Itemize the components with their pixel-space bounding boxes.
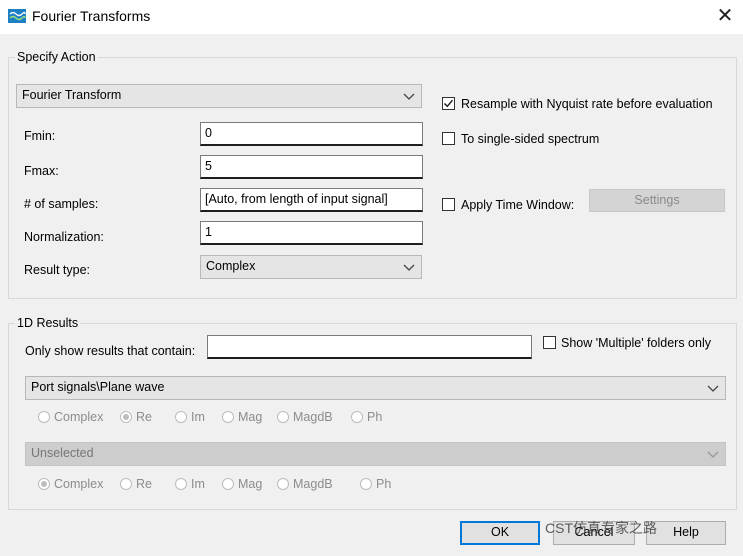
chevron-down-icon: [403, 264, 415, 271]
chevron-down-icon: [707, 385, 719, 392]
settings-button[interactable]: Settings: [589, 189, 725, 212]
normalization-field[interactable]: 1: [200, 221, 423, 245]
checkmark-icon: [443, 99, 454, 108]
fourier-app-icon: [8, 9, 26, 23]
signal2-select[interactable]: Unselected: [25, 442, 726, 466]
result-type-label: Result type:: [24, 263, 91, 277]
samples-label: # of samples:: [24, 197, 99, 211]
signal1-radio-re-label: Re: [136, 410, 152, 424]
result-type-select[interactable]: Complex: [200, 255, 422, 279]
signal2-radio-mag-label: Mag: [238, 477, 263, 491]
signal1-radio-mag[interactable]: [222, 411, 234, 423]
filter-label: Only show results that contain:: [25, 344, 196, 358]
help-button[interactable]: Help: [646, 521, 726, 545]
fmax-label: Fmax:: [24, 164, 59, 178]
signal2-radio-magdb[interactable]: [277, 478, 289, 490]
single-sided-label[interactable]: To single-sided spectrum: [461, 131, 599, 147]
results-1d-label: 1D Results: [15, 316, 81, 331]
signal1-radio-magdb-label: MagdB: [293, 410, 333, 424]
signal1-radio-re[interactable]: [120, 411, 132, 423]
signal1-radio-magdb[interactable]: [277, 411, 289, 423]
window-title: Fourier Transforms: [32, 8, 151, 24]
signal2-radio-re[interactable]: [120, 478, 132, 490]
signal1-radio-ph[interactable]: [351, 411, 363, 423]
multiple-only-checkbox[interactable]: [543, 336, 556, 349]
signal1-radio-im[interactable]: [175, 411, 187, 423]
multiple-only-label[interactable]: Show 'Multiple' folders only: [561, 335, 711, 351]
action-select[interactable]: Fourier Transform: [16, 84, 422, 108]
signal2-radio-ph[interactable]: [360, 478, 372, 490]
filter-input[interactable]: [207, 335, 532, 359]
signal1-radio-im-label: Im: [191, 410, 205, 424]
watermark-text: CST仿真专家之路: [545, 520, 657, 536]
chevron-down-icon: [403, 93, 415, 100]
signal2-radio-ph-label: Ph: [376, 477, 392, 491]
action-select-value: Fourier Transform: [22, 88, 122, 102]
signal1-radio-ph-label: Ph: [367, 410, 383, 424]
samples-field[interactable]: [Auto, from length of input signal]: [200, 188, 423, 212]
close-icon[interactable]: ✕: [712, 4, 738, 28]
signal2-radio-re-label: Re: [136, 477, 152, 491]
normalization-label: Normalization:: [24, 230, 104, 244]
time-window-label[interactable]: Apply Time Window:: [461, 197, 574, 213]
time-window-checkbox[interactable]: [442, 198, 455, 211]
signal1-radio-complex-label: Complex: [54, 410, 104, 424]
ok-button[interactable]: OK: [460, 521, 540, 545]
signal2-radio-complex[interactable]: [38, 478, 50, 490]
signal1-radio-complex[interactable]: [38, 411, 50, 423]
specify-action-label: Specify Action: [15, 50, 98, 65]
signal2-value: Unselected: [31, 446, 94, 460]
signal1-select[interactable]: Port signals\Plane wave: [25, 376, 726, 400]
fmin-field[interactable]: 0: [200, 122, 423, 146]
signal2-radio-mag[interactable]: [222, 478, 234, 490]
result-type-value: Complex: [206, 259, 256, 273]
single-sided-checkbox[interactable]: [442, 132, 455, 145]
signal2-radio-magdb-label: MagdB: [293, 477, 333, 491]
resample-label[interactable]: Resample with Nyquist rate before evalua…: [461, 96, 713, 112]
chevron-down-icon: [707, 451, 719, 458]
signal2-radio-im-label: Im: [191, 477, 205, 491]
signal2-radio-complex-label: Complex: [54, 477, 104, 491]
fmin-label: Fmin:: [24, 129, 56, 143]
fmax-field[interactable]: 5: [200, 155, 423, 179]
signal2-radio-im[interactable]: [175, 478, 187, 490]
signal1-radio-mag-label: Mag: [238, 410, 263, 424]
resample-checkbox[interactable]: [442, 97, 455, 110]
signal1-value: Port signals\Plane wave: [31, 380, 165, 394]
